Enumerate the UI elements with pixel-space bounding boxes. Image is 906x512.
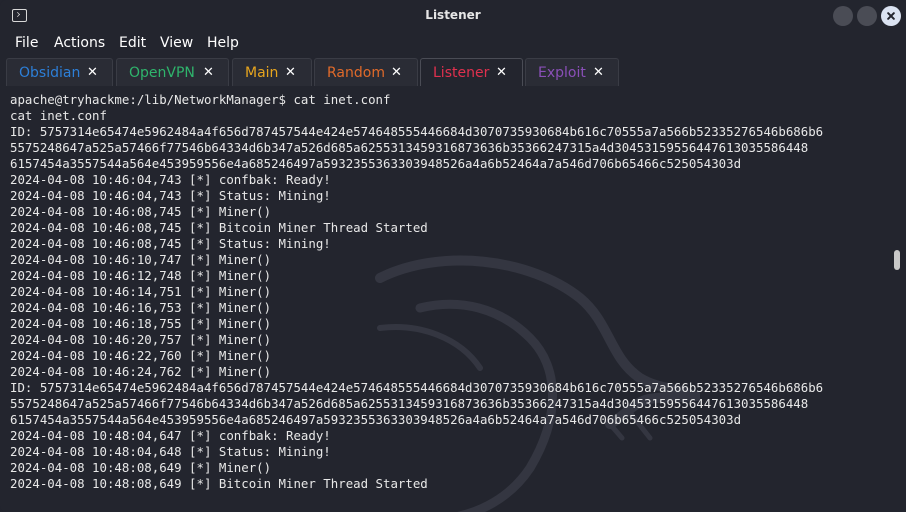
terminal-line: 5575248647a525a57466f77546b64334d6b347a5… [10, 396, 809, 411]
terminal-line: 2024-04-08 10:46:12,748 [*] Miner() [10, 268, 272, 283]
terminal-line: 2024-04-08 10:46:20,757 [*] Miner() [10, 332, 272, 347]
terminal-line: 2024-04-08 10:46:08,745 [*] Bitcoin Mine… [10, 220, 428, 235]
tab-obsidian[interactable]: Obsidian ✕ [6, 58, 113, 86]
tab-close-icon[interactable]: ✕ [391, 65, 402, 80]
terminal-line: 2024-04-08 10:46:22,760 [*] Miner() [10, 348, 272, 363]
terminal-line: 2024-04-08 10:48:04,648 [*] Status: Mini… [10, 444, 331, 459]
terminal-line: 2024-04-08 10:46:18,755 [*] Miner() [10, 316, 272, 331]
menu-file[interactable]: File [15, 35, 38, 51]
terminal-text: apache@tryhackme:/lib/NetworkManager$ ca… [10, 92, 823, 492]
terminal-window: Listener File Actions Edit View Help Obs… [0, 0, 906, 512]
tab-label: Exploit [538, 65, 586, 81]
terminal-line: 2024-04-08 10:46:04,743 [*] Status: Mini… [10, 188, 331, 203]
terminal-output[interactable]: apache@tryhackme:/lib/NetworkManager$ ca… [0, 88, 906, 512]
terminal-line: 2024-04-08 10:48:08,649 [*] Miner() [10, 460, 272, 475]
maximize-button[interactable] [857, 6, 877, 26]
scrollbar-thumb[interactable] [894, 250, 900, 270]
tab-label: OpenVPN [129, 65, 195, 81]
terminal-line: 2024-04-08 10:48:04,647 [*] confbak: Rea… [10, 428, 331, 443]
menu-bar: File Actions Edit View Help [0, 32, 906, 56]
tab-close-icon[interactable]: ✕ [496, 65, 507, 80]
tab-close-icon[interactable]: ✕ [285, 65, 296, 80]
terminal-line: 6157454a3557544a564e453959556e4a68524649… [10, 412, 742, 427]
tab-close-icon[interactable]: ✕ [203, 65, 214, 80]
tab-label: Listener [433, 65, 490, 81]
menu-help[interactable]: Help [207, 35, 239, 51]
terminal-line: 2024-04-08 10:46:10,747 [*] Miner() [10, 252, 272, 267]
tab-openvpn[interactable]: OpenVPN ✕ [116, 58, 229, 86]
tab-label: Main [245, 65, 279, 81]
terminal-line: apache@tryhackme:/lib/NetworkManager$ ca… [10, 92, 391, 107]
tab-label: Obsidian [19, 65, 81, 81]
terminal-line: cat inet.conf [10, 108, 107, 123]
title-bar[interactable]: Listener [0, 0, 906, 32]
terminal-line: ID: 5757314e65474e5962484a4f656d78745754… [10, 380, 824, 395]
close-window-button[interactable] [881, 6, 901, 26]
terminal-line: ID: 5757314e65474e5962484a4f656d78745754… [10, 124, 824, 139]
terminal-line: 2024-04-08 10:46:16,753 [*] Miner() [10, 300, 272, 315]
tab-close-icon[interactable]: ✕ [87, 65, 98, 80]
terminal-line: 2024-04-08 10:46:08,745 [*] Miner() [10, 204, 272, 219]
tab-label: Random [327, 65, 385, 81]
tab-bar: Obsidian ✕ OpenVPN ✕ Main ✕ Random ✕ Lis… [0, 56, 906, 88]
minimize-button[interactable] [833, 6, 853, 26]
terminal-line: 5575248647a525a57466f77546b64334d6b347a5… [10, 140, 809, 155]
window-title: Listener [425, 8, 481, 22]
menu-view[interactable]: View [160, 35, 193, 51]
tab-listener[interactable]: Listener ✕ [420, 58, 523, 86]
terminal-line: 6157454a3557544a564e453959556e4a68524649… [10, 156, 742, 171]
menu-edit[interactable]: Edit [119, 35, 146, 51]
terminal-line: 2024-04-08 10:48:08,649 [*] Bitcoin Mine… [10, 476, 428, 491]
menu-actions[interactable]: Actions [54, 35, 105, 51]
terminal-line: 2024-04-08 10:46:08,745 [*] Status: Mini… [10, 236, 331, 251]
tab-close-icon[interactable]: ✕ [593, 65, 604, 80]
terminal-line: 2024-04-08 10:46:14,751 [*] Miner() [10, 284, 272, 299]
tab-main[interactable]: Main ✕ [232, 58, 312, 86]
terminal-line: 2024-04-08 10:46:04,743 [*] confbak: Rea… [10, 172, 331, 187]
tab-exploit[interactable]: Exploit ✕ [525, 58, 619, 86]
tab-random[interactable]: Random ✕ [314, 58, 418, 86]
terminal-line: 2024-04-08 10:46:24,762 [*] Miner() [10, 364, 272, 379]
